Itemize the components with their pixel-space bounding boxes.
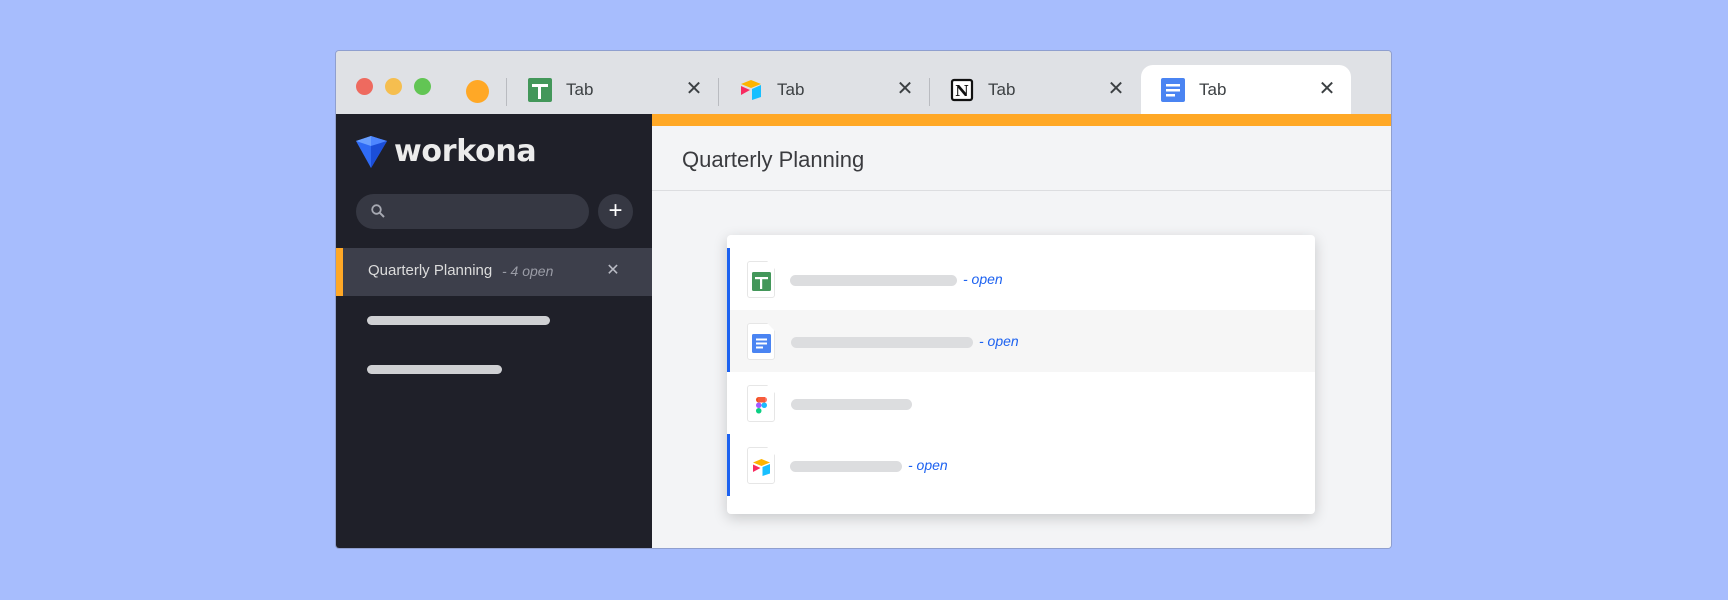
notion-icon: N — [950, 78, 974, 101]
open-indicator — [727, 248, 730, 310]
resource-row[interactable]: - open — [727, 434, 1315, 496]
close-tab-icon[interactable]: ✕ — [684, 79, 704, 99]
tab-strip: Tab ✕ Tab ✕ N Tab ✕ Tab ✕ — [336, 51, 1391, 114]
svg-text:N: N — [955, 82, 969, 100]
open-indicator — [727, 434, 730, 496]
tab-title: Tab — [1199, 79, 1227, 99]
file-icon-frame — [747, 447, 775, 484]
workona-logo: workona — [356, 134, 537, 169]
workspace-name: Quarterly Planning — [368, 262, 493, 279]
brand-name: workona — [394, 134, 537, 169]
resource-row[interactable]: - open — [727, 248, 1315, 310]
resource-title-placeholder — [791, 337, 973, 348]
google-docs-icon — [752, 334, 771, 353]
google-sheets-icon — [752, 272, 771, 291]
add-workspace-button[interactable]: + — [598, 194, 633, 229]
file-icon-frame — [747, 385, 775, 422]
search-box[interactable] — [356, 194, 589, 229]
resource-row[interactable]: - open — [727, 310, 1315, 372]
open-indicator — [727, 310, 730, 372]
workona-gem-icon — [356, 135, 387, 168]
resource-list: - open - open - open — [727, 235, 1315, 514]
tab-sheets[interactable]: Tab ✕ — [508, 65, 718, 114]
workspace-indicator-icon[interactable] — [466, 80, 489, 103]
open-status: - open — [979, 333, 1019, 349]
tab-docs-active[interactable]: Tab ✕ — [1141, 65, 1351, 114]
airtable-icon — [753, 459, 770, 476]
google-sheets-icon — [528, 77, 552, 102]
workona-sidebar: workona + Quarterly Planning - 4 open ✕ — [336, 114, 652, 548]
close-tab-icon[interactable]: ✕ — [1106, 79, 1126, 99]
workspace-header: Quarterly Planning — [652, 126, 1391, 191]
file-icon-frame — [747, 261, 775, 298]
close-window-button[interactable] — [356, 78, 373, 95]
workspace-title: Quarterly Planning — [682, 147, 865, 172]
close-tab-icon[interactable]: ✕ — [895, 79, 915, 99]
file-icon-frame — [747, 323, 775, 360]
workspace-item-quarterly-planning[interactable]: Quarterly Planning - 4 open ✕ — [336, 248, 652, 296]
maximize-window-button[interactable] — [414, 78, 431, 95]
google-docs-icon — [1161, 77, 1185, 102]
workspace-color-bar — [652, 114, 1391, 126]
close-tab-icon[interactable]: ✕ — [1317, 79, 1337, 99]
figma-icon — [756, 397, 767, 414]
tab-separator — [506, 78, 507, 106]
close-workspace-icon[interactable]: ✕ — [604, 262, 622, 280]
resource-title-placeholder — [790, 275, 957, 286]
tab-airtable[interactable]: Tab ✕ — [719, 65, 929, 114]
resource-title-placeholder — [791, 399, 912, 410]
workspace-open-count: - 4 open — [502, 263, 554, 279]
search-input[interactable] — [392, 194, 582, 229]
minimize-window-button[interactable] — [385, 78, 402, 95]
tab-notion[interactable]: N Tab ✕ — [930, 65, 1140, 114]
open-status: - open — [908, 457, 948, 473]
resource-row[interactable] — [727, 372, 1315, 434]
tab-title: Tab — [777, 79, 805, 99]
open-status: - open — [963, 271, 1003, 287]
browser-window: Tab ✕ Tab ✕ N Tab ✕ Tab ✕ workona + Quar… — [335, 50, 1392, 549]
active-workspace-accent — [336, 248, 343, 296]
workspace-item-placeholder[interactable] — [367, 365, 502, 374]
tab-title: Tab — [988, 79, 1016, 99]
airtable-icon — [741, 79, 761, 100]
tab-title: Tab — [566, 79, 594, 99]
workspace-main: Quarterly Planning - open - open - open — [652, 114, 1391, 548]
resource-title-placeholder — [790, 461, 902, 472]
workspace-item-placeholder[interactable] — [367, 316, 550, 325]
search-icon — [371, 204, 385, 218]
